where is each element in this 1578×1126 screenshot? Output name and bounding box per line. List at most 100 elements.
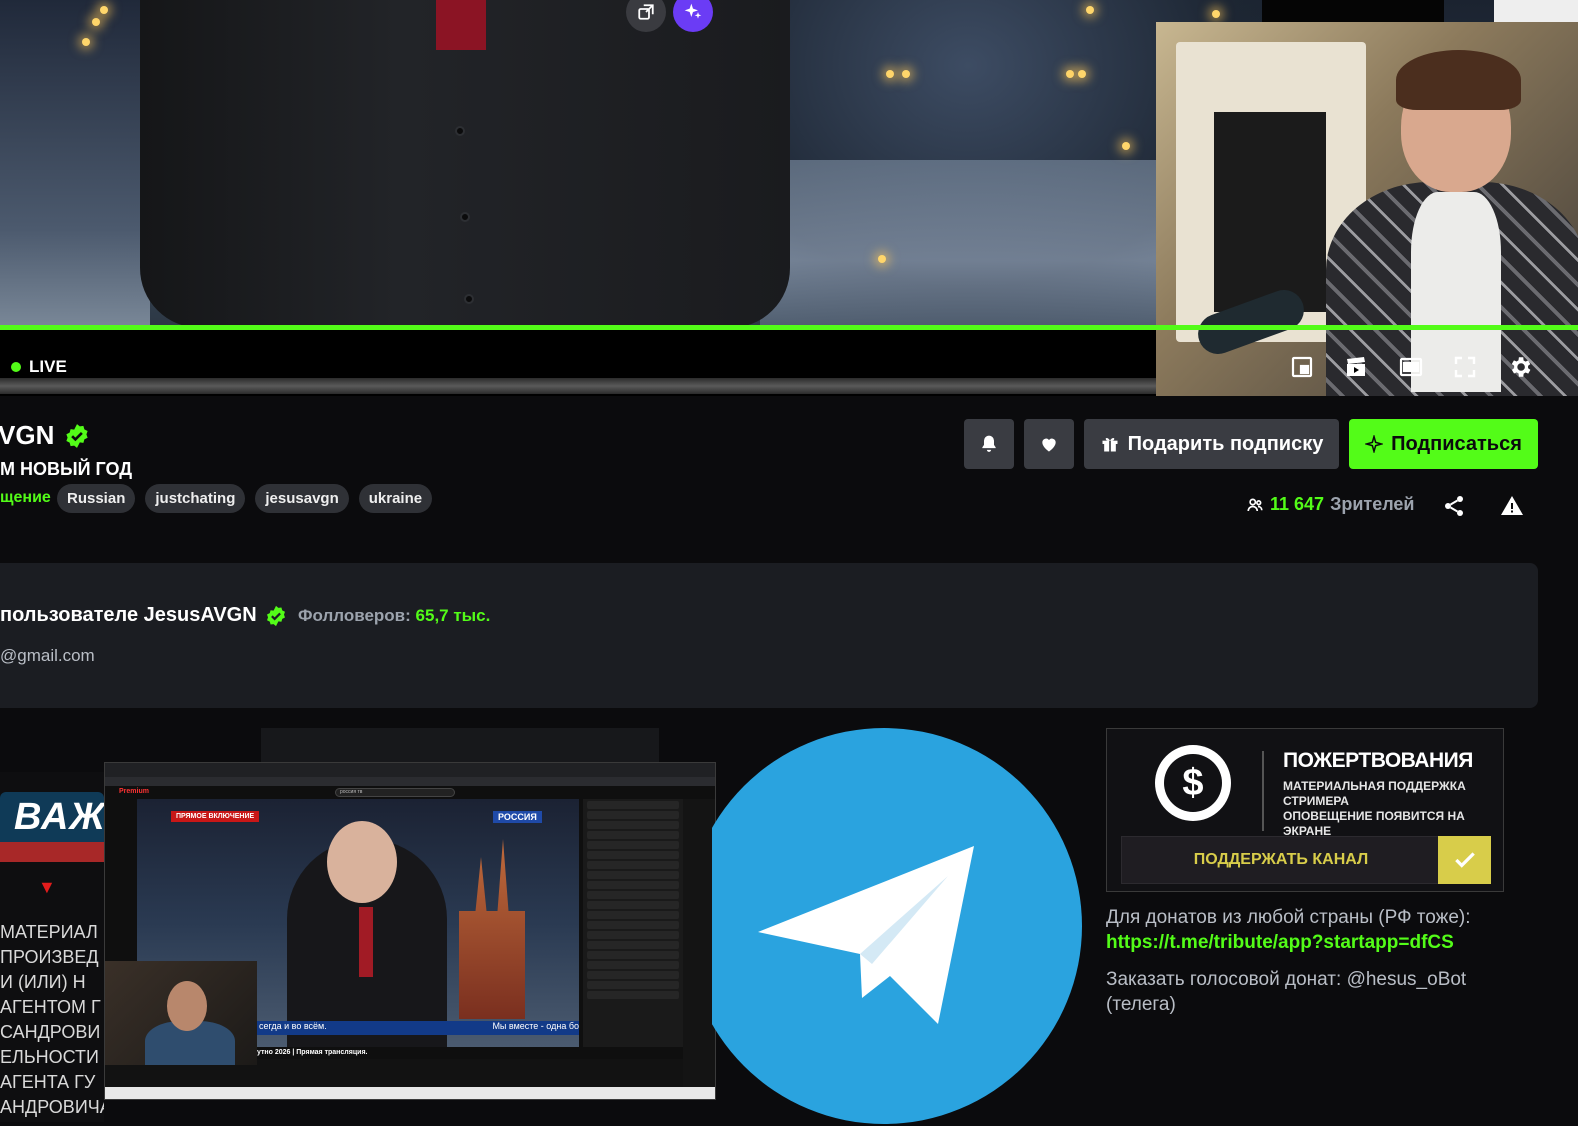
notice-line: АГЕНТА ГУ: [0, 1072, 96, 1092]
panel-screenshot[interactable]: Premium россия тв ПРЯМОЕ ВКЛЮЧЕНИЕ РОССИ…: [104, 762, 716, 1100]
video-overlay-strip: [1494, 0, 1578, 22]
tag-chip[interactable]: ukraine: [358, 484, 433, 513]
donate-line: ОПОВЕЩЕНИЕ ПОЯВИТСЯ НА ЭКРАНЕ: [1283, 809, 1465, 838]
notice-line: АНДРОВИЧА: [0, 1097, 104, 1117]
video-light: [1066, 70, 1074, 78]
settings-button[interactable]: [1505, 352, 1535, 382]
followers-value: 65,7 тыс.: [415, 606, 491, 625]
video-detail: [460, 212, 470, 222]
screenshot-subtitle-right: Мы вместе - одна бо: [492, 1021, 579, 1031]
screenshot-browser-tabs: [105, 763, 715, 777]
video-background: [0, 0, 150, 328]
video-person-tie: [436, 0, 486, 50]
video-overlay-strip: [1262, 0, 1444, 22]
verified-badge-icon: [266, 605, 285, 626]
gift-icon: [1102, 437, 1118, 452]
gift-subscription-button[interactable]: Подарить подписку: [1084, 419, 1339, 469]
category-link[interactable]: щение: [0, 489, 51, 507]
clip-button[interactable]: [1341, 352, 1371, 382]
panel-telegram[interactable]: [712, 728, 1082, 1126]
video-light: [92, 18, 100, 26]
follow-button[interactable]: [1024, 419, 1074, 469]
video-light: [1122, 142, 1130, 150]
sparkle-icon: [684, 3, 702, 19]
video-light: [886, 70, 894, 78]
screenshot-youtube-header: Premium россия тв: [105, 786, 715, 799]
screenshot-subtitle-left: сегда и во всём.: [259, 1021, 327, 1031]
notice-line: МАТЕРИАЛ: [0, 922, 98, 942]
fullscreen-icon: [1454, 356, 1476, 378]
heart-icon: [1042, 438, 1056, 452]
subscribe-label: Подписаться: [1391, 432, 1522, 455]
sparkle-icon: [1365, 435, 1384, 453]
video-light: [878, 255, 886, 263]
video-light: [1086, 6, 1094, 14]
panel-important-notice[interactable]: ВАЖ ▼ МАТЕРИАЛ ПРОИЗВЕД И (ИЛИ) Н АГЕНТО…: [0, 772, 104, 1122]
screenshot-title: утно 2026 | Прямая трансляция.: [257, 1049, 368, 1056]
viewer-count: 11 647 Зрителей: [1246, 494, 1415, 515]
screenshot-search: россия тв: [335, 788, 455, 797]
gear-icon: [1511, 357, 1531, 377]
miniplayer-icon: [1291, 356, 1313, 378]
channel-name-text[interactable]: VGN: [0, 420, 54, 451]
subscribe-button[interactable]: Подписаться: [1349, 419, 1538, 469]
tag-chip[interactable]: Russian: [57, 484, 136, 513]
checkmark-icon[interactable]: [1438, 836, 1491, 884]
screenshot-kremlin: [459, 839, 525, 1019]
viewer-count-value: 11 647: [1270, 494, 1325, 514]
support-channel-button[interactable]: ПОДДЕРЖАТЬ КАНАЛ: [1121, 836, 1491, 884]
notifications-button[interactable]: [964, 419, 1014, 469]
notice-line: ЕЛЬНОСТИ: [0, 1047, 99, 1067]
tag-chip[interactable]: justchating: [145, 484, 246, 513]
screenshot-webcam: [105, 961, 257, 1065]
tag-chip[interactable]: jesusavgn: [255, 484, 349, 513]
video-light: [1212, 10, 1220, 18]
video-detail: [455, 126, 465, 136]
video-detail: [464, 294, 474, 304]
telegram-logo-icon: [712, 728, 1082, 1124]
tag-list: Russian justchating jesusavgn ukraine: [57, 484, 433, 513]
theater-mode-button[interactable]: [1396, 352, 1426, 382]
notice-stripe: [0, 842, 104, 862]
fullscreen-button[interactable]: [1450, 352, 1480, 382]
live-dot-icon: [11, 362, 21, 372]
screenshot-person: [359, 907, 373, 977]
donate-title: ПОЖЕРТВОВАНИЯ: [1283, 749, 1473, 772]
screenshot-chat: [583, 799, 683, 1047]
donate-link[interactable]: https://t.me/tribute/app?startapp=dfCS: [1106, 932, 1454, 954]
gift-subscription-label: Подарить подписку: [1127, 432, 1324, 455]
arrow-down-icon: ▼: [38, 877, 56, 897]
notice-text: МАТЕРИАЛ ПРОИЗВЕД И (ИЛИ) Н АГЕНТОМ Г СА…: [0, 920, 104, 1120]
popout-icon: [638, 4, 654, 20]
video-player[interactable]: LIVE: [0, 0, 1578, 396]
screenshot-channel-badge: РОССИЯ: [493, 811, 542, 823]
clapperboard-icon: [1347, 357, 1365, 376]
donate-line: СТРИМЕРА: [1283, 794, 1349, 808]
donate-description: МАТЕРИАЛЬНАЯ ПОДДЕРЖКА СТРИМЕРА ОПОВЕЩЕН…: [1283, 779, 1503, 839]
about-panel: [0, 563, 1538, 708]
notice-heading: ВАЖ: [14, 796, 104, 838]
viewers-icon: [1247, 498, 1263, 511]
channel-name[interactable]: VGN: [0, 420, 90, 451]
screenshot-subtitle: сегда и во всём. Мы вместе - одна бо: [255, 1021, 579, 1035]
video-light: [100, 6, 108, 14]
live-indicator: LIVE: [11, 357, 67, 377]
notice-line: ПРОИЗВЕД: [0, 947, 99, 967]
miniplayer-button[interactable]: [1287, 352, 1317, 382]
webcam-streamer: [1396, 50, 1521, 110]
panel-donate[interactable]: $ ПОЖЕРТВОВАНИЯ МАТЕРИАЛЬНАЯ ПОДДЕРЖКА С…: [1106, 728, 1504, 892]
notice-line: САНДРОВИ: [0, 1022, 101, 1042]
contact-email: @gmail.com: [0, 646, 95, 665]
share-icon[interactable]: [1442, 494, 1466, 518]
notice-line: И (ИЛИ) Н: [0, 972, 86, 992]
donate-note: Для донатов из любой страны (РФ тоже):: [1106, 907, 1471, 928]
dollar-coin-icon: $: [1155, 745, 1231, 821]
bell-icon: [982, 435, 996, 452]
theater-icon: [1399, 357, 1423, 377]
seek-bar[interactable]: [0, 378, 1156, 394]
video-light: [902, 70, 910, 78]
donate-divider: [1262, 751, 1264, 831]
report-warning-icon[interactable]: [1500, 494, 1524, 518]
viewer-count-label: Зрителей: [1330, 494, 1415, 514]
voice-donate-note: Заказать голосовой донат: @hesus_oBot (т…: [1106, 969, 1467, 1015]
